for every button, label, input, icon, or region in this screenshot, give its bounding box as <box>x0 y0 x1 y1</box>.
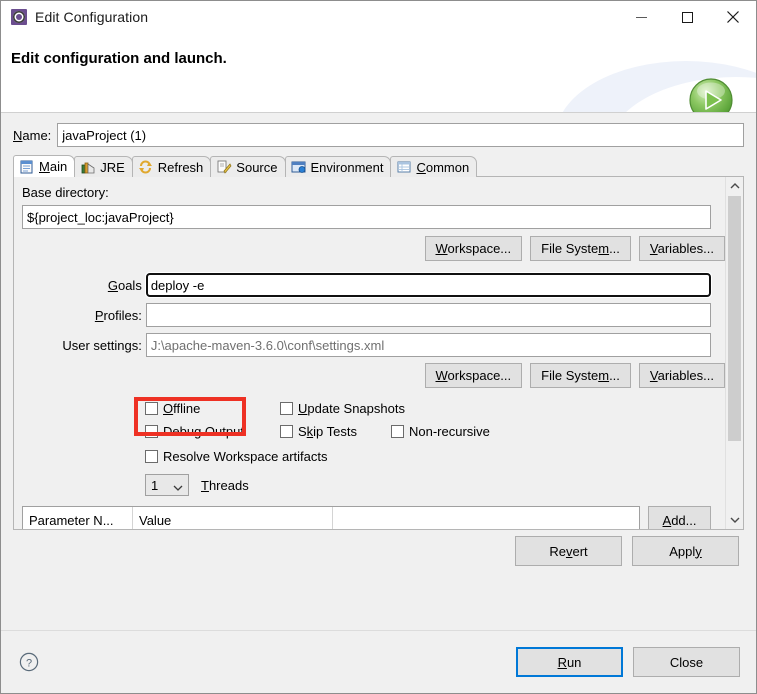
goals-input[interactable] <box>144 272 713 298</box>
parameters-table-header-value: Value <box>133 507 333 529</box>
checkbox-offline[interactable]: Offline <box>145 401 280 416</box>
parameters-table-header-filler <box>333 507 639 529</box>
tab-source-label: Source <box>236 159 278 175</box>
common-table-icon <box>396 160 412 174</box>
panel-scrollbar[interactable] <box>725 177 743 529</box>
skip-tests-label: Skip Tests <box>298 424 358 439</box>
base-variables-button[interactable]: Variables... <box>638 236 725 261</box>
profiles-row: Profiles: <box>22 303 711 327</box>
help-question-icon[interactable]: ? <box>19 652 39 675</box>
resolve-workspace-artifacts-label: Resolve Workspace artifacts <box>163 449 328 464</box>
user-settings-buttons: Workspace... File System... Variables... <box>424 363 725 388</box>
base-workspace-button[interactable]: Workspace... <box>424 236 523 261</box>
profiles-label: Profiles: <box>94 307 142 323</box>
jre-books-icon <box>80 160 96 174</box>
checkbox-group: Offline Update Snapshots Debug Output Sk… <box>145 398 490 469</box>
scrollbar-thumb[interactable] <box>728 196 741 441</box>
base-directory-label-row: Base directory: <box>22 185 109 200</box>
settings-workspace-button[interactable]: Workspace... <box>424 363 523 388</box>
goals-label: Goals <box>107 277 142 293</box>
tab-common[interactable]: Common <box>390 156 478 177</box>
debug-output-label: Debug Output <box>163 424 244 439</box>
minimize-button[interactable] <box>618 1 664 33</box>
footer-buttons: Run Close <box>516 647 740 677</box>
non-recursive-checkbox-box[interactable] <box>391 425 404 438</box>
svg-text:?: ? <box>26 657 32 669</box>
tab-refresh-label: Refresh <box>157 159 204 175</box>
dialog-body: Name: Main <box>1 113 756 630</box>
name-row: Name: <box>13 123 744 147</box>
maximize-button[interactable] <box>664 1 710 33</box>
resolve-workspace-artifacts-checkbox-box[interactable] <box>145 450 158 463</box>
skip-tests-checkbox-box[interactable] <box>280 425 293 438</box>
eclipse-config-icon <box>11 9 27 25</box>
tab-environment-label: Environment <box>310 159 384 175</box>
title-bar: Edit Configuration <box>1 1 756 33</box>
user-settings-input[interactable] <box>145 333 711 357</box>
tab-refresh[interactable]: Refresh <box>131 156 212 177</box>
parameters-table-header-name: Parameter N... <box>23 507 133 529</box>
configuration-tabs: Main JRE Refresh Source Environment Comm… <box>13 155 744 530</box>
tab-jre[interactable]: JRE <box>74 156 133 177</box>
user-settings-label: User settings: <box>62 337 142 353</box>
window-controls <box>618 1 756 33</box>
non-recursive-label: Non-recursive <box>409 424 490 439</box>
run-button[interactable]: Run <box>516 647 623 677</box>
window-title: Edit Configuration <box>35 9 149 25</box>
checkbox-update-snapshots[interactable]: Update Snapshots <box>280 401 405 416</box>
add-parameter-button[interactable]: Add... <box>648 506 711 529</box>
user-settings-row: User settings: <box>22 333 711 357</box>
update-snapshots-checkbox-box[interactable] <box>280 402 293 415</box>
tab-jre-label: JRE <box>100 159 125 175</box>
refresh-arrows-icon <box>138 160 154 174</box>
dialog-footer: ? Run Close <box>1 630 756 693</box>
base-directory-buttons: Workspace... File System... Variables... <box>424 236 725 261</box>
threads-value: 1 <box>151 477 159 493</box>
checkbox-skip-tests[interactable]: Skip Tests <box>280 424 391 439</box>
tab-source[interactable]: Source <box>210 156 286 177</box>
apply-button[interactable]: Apply <box>632 536 739 566</box>
main-tab-panel: Base directory: Workspace... File System… <box>13 176 744 530</box>
close-button-footer[interactable]: Close <box>633 647 740 677</box>
tab-main[interactable]: Main <box>13 155 76 177</box>
name-label: Name: <box>13 127 52 143</box>
settings-filesystem-button[interactable]: File System... <box>530 363 631 388</box>
base-directory-input[interactable] <box>22 205 711 229</box>
tab-environment[interactable]: Environment <box>284 156 392 177</box>
threads-spinner[interactable]: 1 <box>145 474 189 496</box>
tab-strip: Main JRE Refresh Source Environment Comm… <box>13 155 744 177</box>
settings-variables-button[interactable]: Variables... <box>638 363 725 388</box>
base-filesystem-button[interactable]: File System... <box>530 236 631 261</box>
checkbox-non-recursive[interactable]: Non-recursive <box>391 424 490 439</box>
environment-window-icon <box>291 160 307 174</box>
page-title: Edit configuration and launch. <box>11 50 227 67</box>
debug-output-checkbox-box[interactable] <box>145 425 158 438</box>
scroll-up-arrow-icon[interactable] <box>726 177 743 194</box>
source-pencil-icon <box>216 160 232 174</box>
chevron-down-icon[interactable] <box>173 480 183 495</box>
threads-row: 1 Threads <box>145 474 249 496</box>
offline-label: Offline <box>163 401 201 416</box>
close-button[interactable] <box>710 1 756 33</box>
threads-label: Threads <box>201 477 249 493</box>
base-directory-label: Base directory: <box>22 185 109 200</box>
dialog-header: Edit configuration and launch. <box>1 33 756 113</box>
goals-row: Goals <box>22 272 713 298</box>
revert-apply-buttons: Revert Apply <box>515 536 739 566</box>
update-snapshots-label: Update Snapshots <box>298 401 405 416</box>
offline-checkbox-box[interactable] <box>145 402 158 415</box>
name-input[interactable] <box>57 123 744 147</box>
checkbox-resolve-workspace-artifacts[interactable]: Resolve Workspace artifacts <box>145 449 328 464</box>
parameters-table[interactable]: Parameter N... Value <box>22 506 640 529</box>
scroll-down-arrow-icon[interactable] <box>726 512 743 529</box>
tab-main-label: Main <box>39 159 68 174</box>
edit-configuration-dialog: Edit Configuration Edit configuration an… <box>0 0 757 694</box>
revert-button[interactable]: Revert <box>515 536 622 566</box>
checkbox-debug-output[interactable]: Debug Output <box>145 424 280 439</box>
tab-common-label: Common <box>416 159 470 175</box>
green-run-play-icon <box>688 77 734 112</box>
main-document-icon <box>19 160 35 174</box>
profiles-input[interactable] <box>145 303 711 327</box>
